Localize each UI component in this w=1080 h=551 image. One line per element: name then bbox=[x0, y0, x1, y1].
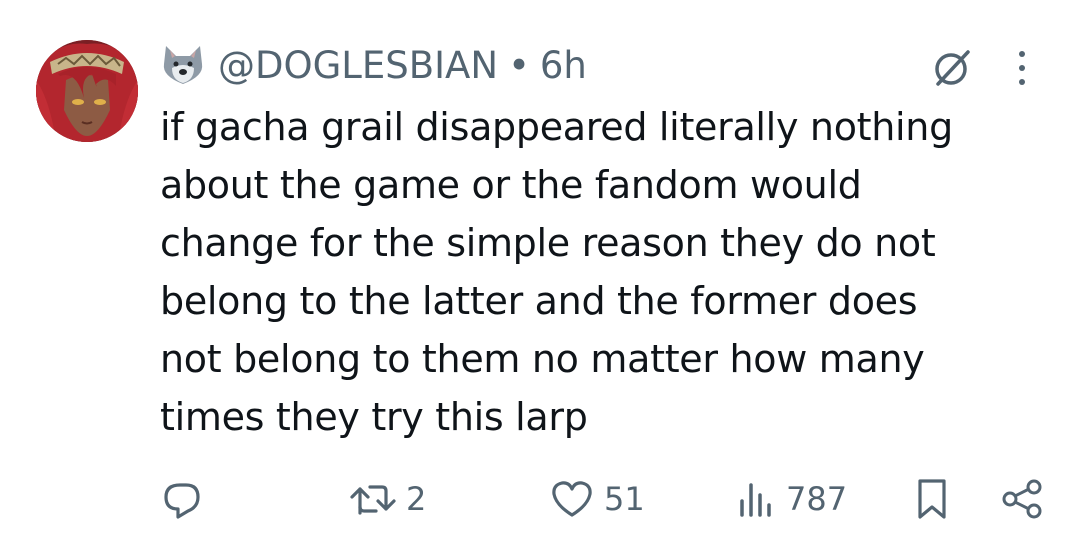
wolf-emoji-icon bbox=[160, 42, 206, 88]
share-button[interactable] bbox=[1000, 474, 1044, 524]
post-time[interactable]: 6h bbox=[540, 44, 587, 87]
heart-icon bbox=[550, 477, 594, 521]
like-button[interactable]: 51 bbox=[550, 474, 645, 524]
reply-icon bbox=[160, 477, 204, 521]
separator-dot: • bbox=[508, 43, 530, 87]
post-text: if gacha grail disappeared literally not… bbox=[160, 105, 953, 439]
repost-button[interactable]: 2 bbox=[350, 474, 426, 524]
grok-icon[interactable] bbox=[930, 46, 974, 90]
bookmark-icon bbox=[912, 477, 952, 521]
avatar[interactable] bbox=[36, 40, 138, 142]
more-options-icon[interactable] bbox=[1012, 46, 1032, 90]
action-bar: 2 51 787 bbox=[0, 474, 1080, 524]
views-count: 787 bbox=[786, 480, 848, 518]
repost-count: 2 bbox=[406, 480, 427, 518]
share-icon bbox=[1000, 477, 1044, 521]
author-handle[interactable]: @DOGLESBIAN bbox=[218, 44, 498, 87]
like-count: 51 bbox=[604, 480, 645, 518]
post[interactable]: @DOGLESBIAN • 6h if gacha grail disappea… bbox=[0, 0, 1080, 551]
repost-icon bbox=[350, 477, 396, 521]
post-header: @DOGLESBIAN • 6h bbox=[160, 40, 587, 90]
views-button[interactable]: 787 bbox=[736, 474, 847, 524]
bookmark-button[interactable] bbox=[912, 474, 952, 524]
reply-button[interactable] bbox=[160, 474, 204, 524]
views-icon bbox=[736, 477, 776, 521]
